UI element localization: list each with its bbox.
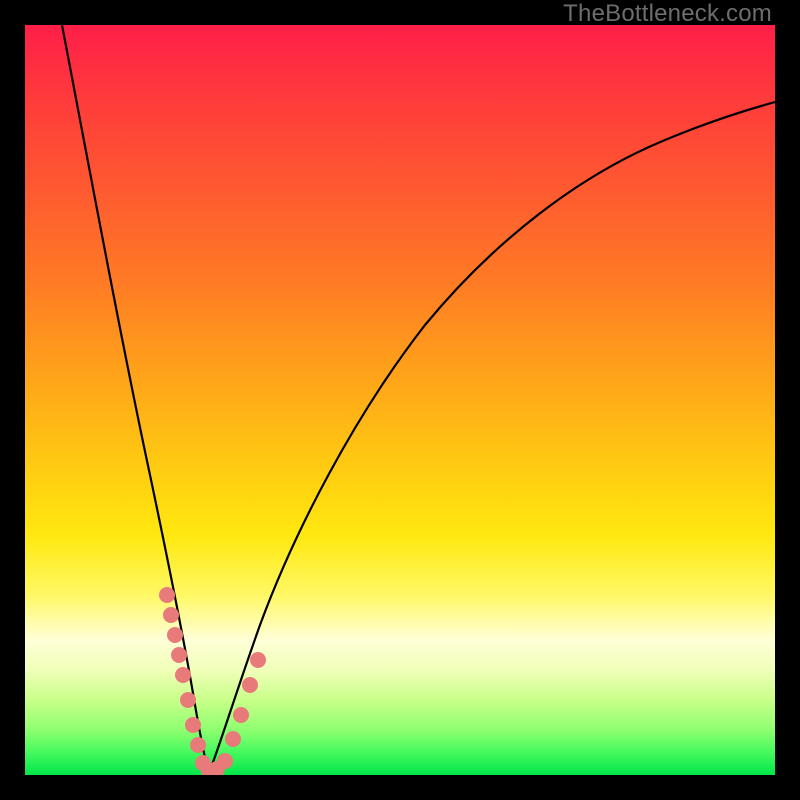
watermark-text: TheBottleneck.com xyxy=(563,0,772,28)
right-curve xyxy=(209,102,775,773)
left-curve xyxy=(62,25,209,773)
marker-cluster-left xyxy=(159,587,206,753)
plot-frame xyxy=(25,25,775,775)
plot-curves xyxy=(25,25,775,775)
